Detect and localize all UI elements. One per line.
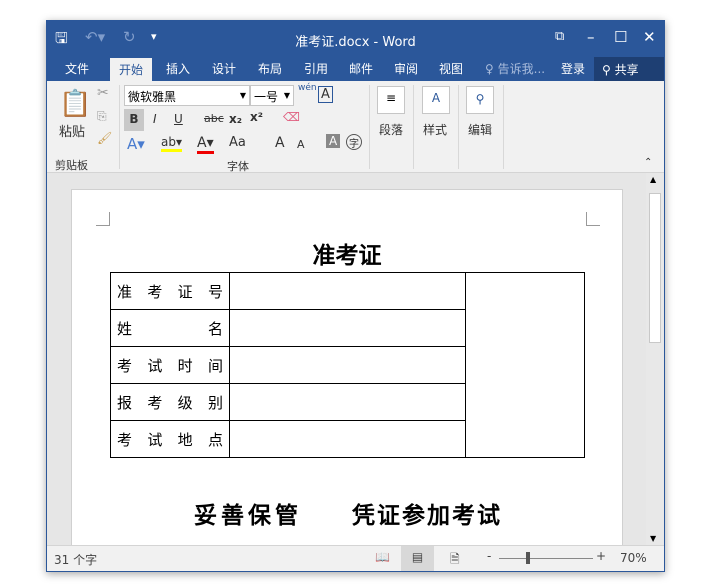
underline-button[interactable]: U	[174, 112, 183, 126]
status-bar: 31 个字 📖 ▤ 🗎 - + 70%	[47, 545, 664, 571]
maximize-icon[interactable]: ☐	[614, 28, 627, 46]
subscript-button[interactable]: x₂	[229, 112, 242, 126]
document-title: 准考证	[312, 243, 382, 269]
row-label: 考试地点	[110, 420, 230, 458]
tab-references[interactable]: 引用	[304, 60, 328, 77]
minimize-icon[interactable]: –	[587, 28, 595, 46]
bold-button[interactable]: B	[124, 109, 144, 131]
row-label: 报考级别	[110, 383, 230, 421]
font-size-select[interactable]: 一号 ▼	[250, 85, 294, 106]
scroll-thumb[interactable]	[649, 193, 661, 343]
tab-mailings[interactable]: 邮件	[349, 60, 373, 77]
row-label: 姓名	[110, 309, 230, 347]
character-border-icon[interactable]: A	[318, 86, 333, 103]
scroll-down-icon[interactable]: ▼	[650, 534, 656, 543]
zoom-level[interactable]: 70%	[620, 551, 647, 565]
ribbon-tabs: 文件 开始 插入 设计 布局 引用 邮件 审阅 视图 ♀ 告诉我... 登录 ⚲…	[47, 56, 664, 81]
row-label: 考试时间	[110, 346, 230, 384]
styles-button[interactable]: 样式	[423, 121, 447, 138]
font-color-icon[interactable]: A▾	[197, 135, 214, 154]
table-cell[interactable]	[229, 383, 466, 421]
footer-left-text: 妥善保管	[194, 502, 302, 529]
superscript-button[interactable]: x²	[250, 110, 263, 124]
font-name-select[interactable]: 微软雅黑 ▼	[124, 85, 250, 106]
text-effects-icon[interactable]: A▾	[127, 135, 145, 153]
tell-me-label: 告诉我...	[497, 62, 546, 76]
tell-me-box[interactable]: ♀ 告诉我...	[485, 60, 545, 77]
read-mode-icon[interactable]: 📖	[375, 550, 390, 564]
web-layout-icon[interactable]: 🗎	[450, 550, 460, 571]
font-name-value: 微软雅黑	[128, 90, 177, 104]
ribbon-display-icon[interactable]: ⧉	[555, 29, 564, 44]
photo-cell[interactable]	[465, 272, 585, 458]
zoom-out-button[interactable]: -	[487, 549, 491, 563]
italic-button[interactable]: I	[153, 112, 157, 126]
editing-button[interactable]: 编辑	[468, 121, 492, 138]
tab-view[interactable]: 视图	[439, 60, 463, 77]
table-cell[interactable]	[229, 420, 466, 458]
table-cell[interactable]	[229, 309, 466, 347]
font-size-value: 一号	[254, 90, 279, 104]
shrink-font-button[interactable]: A	[297, 138, 305, 151]
zoom-slider-thumb[interactable]	[526, 552, 530, 564]
ribbon: 📋 粘贴 ✂ ⎘ 🖌 剪贴板 微软雅黑 ▼ 一号 ▼ wén A B I U abc…	[47, 81, 664, 173]
table-cell[interactable]	[229, 272, 466, 310]
font-group-label: 字体	[227, 160, 249, 173]
tab-design[interactable]: 设计	[212, 60, 236, 77]
grow-font-button[interactable]: A	[275, 135, 285, 151]
collapse-ribbon-icon[interactable]: ⌃	[644, 157, 652, 168]
highlight-icon[interactable]: ab▾	[161, 135, 182, 152]
window-title: 准考证.docx - Word	[295, 35, 416, 50]
page: 准考证 准考证号 姓名 考试时间 报考级别 考试地点 妥善保管 凭证参加考试	[71, 189, 623, 549]
phonetic-guide-icon[interactable]: wén	[298, 83, 317, 93]
title-bar: 🖫 ↶▾ ↻ ▾ 准考证.docx - Word ⧉ – ☐ ✕	[47, 21, 664, 56]
table-cell[interactable]	[229, 346, 466, 384]
styles-icon[interactable]: A	[422, 86, 450, 114]
lightbulb-icon: ♀	[485, 62, 494, 76]
scroll-up-icon[interactable]: ▲	[650, 175, 656, 184]
share-label: 共享	[614, 63, 639, 77]
tab-review[interactable]: 审阅	[394, 60, 418, 77]
copy-icon[interactable]: ⎘	[97, 109, 107, 124]
footer-right-text: 凭证参加考试	[352, 502, 502, 529]
zoom-slider[interactable]	[499, 558, 593, 559]
change-case-button[interactable]: Aa	[229, 135, 246, 150]
search-icon[interactable]: ⚲	[466, 86, 494, 114]
clear-formatting-icon[interactable]: ⌫	[283, 110, 300, 124]
vertical-scrollbar[interactable]: ▲ ▼	[646, 173, 664, 545]
zoom-in-button[interactable]: +	[596, 549, 606, 563]
character-shading-icon[interactable]: A	[326, 134, 341, 148]
tab-file[interactable]: 文件	[65, 60, 89, 77]
format-painter-icon[interactable]: 🖌	[97, 131, 112, 145]
cut-icon[interactable]: ✂	[97, 85, 109, 101]
print-layout-icon[interactable]: ▤	[401, 546, 434, 571]
person-add-icon: ⚲	[602, 63, 611, 77]
word-count[interactable]: 31 个字	[54, 551, 97, 568]
paste-icon[interactable]: 📋	[59, 89, 91, 119]
tab-home[interactable]: 开始	[110, 58, 153, 81]
paste-button[interactable]: 粘贴	[59, 121, 85, 140]
share-button[interactable]: ⚲ 共享	[594, 57, 664, 81]
chevron-down-icon: ▼	[283, 91, 290, 100]
document-area: 准考证 准考证号 姓名 考试时间 报考级别 考试地点 妥善保管 凭证参加考试	[47, 173, 647, 549]
row-label: 准考证号	[110, 272, 230, 310]
tab-layout[interactable]: 布局	[258, 60, 282, 77]
sign-in-link[interactable]: 登录	[561, 60, 585, 77]
paragraph-button[interactable]: 段落	[379, 121, 403, 138]
chevron-down-icon: ▼	[239, 91, 246, 100]
enclose-characters-icon[interactable]: 字	[346, 134, 362, 150]
clipboard-group-label: 剪贴板	[55, 159, 88, 172]
strikethrough-button[interactable]: abc	[204, 112, 224, 125]
close-icon[interactable]: ✕	[643, 28, 656, 46]
tab-insert[interactable]: 插入	[166, 60, 190, 77]
word-window: 🖫 ↶▾ ↻ ▾ 准考证.docx - Word ⧉ – ☐ ✕ 文件 开始 插…	[46, 20, 665, 572]
paragraph-icon[interactable]: ≡	[377, 86, 405, 114]
admission-table: 准考证号 姓名 考试时间 报考级别 考试地点	[110, 272, 585, 458]
